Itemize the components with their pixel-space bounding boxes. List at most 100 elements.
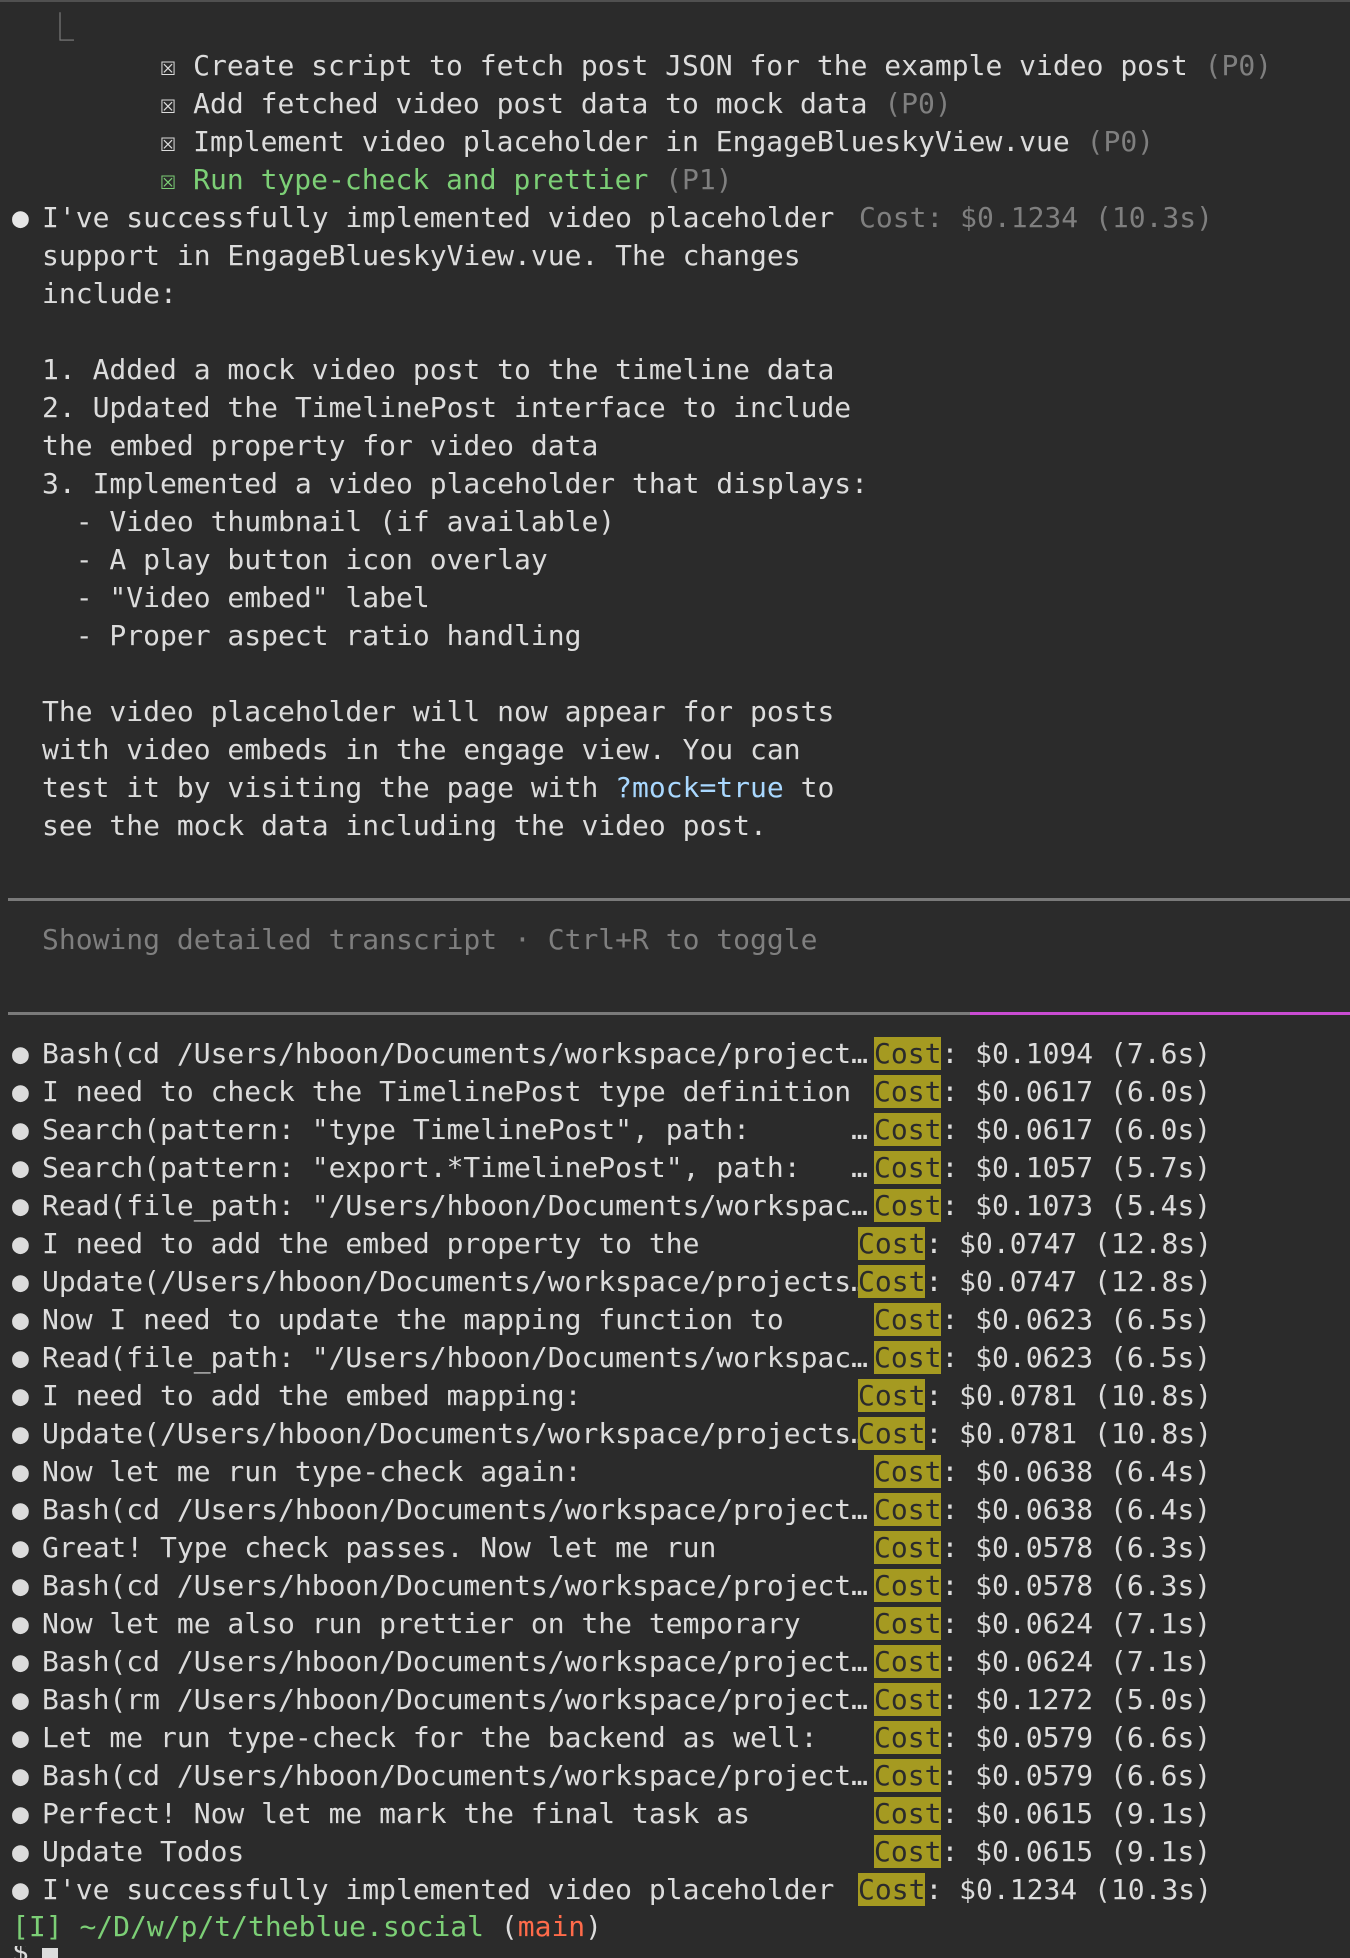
paren-close: ) — [585, 1910, 603, 1943]
transcript-cost: Cost: $0.0578 (6.3s) — [874, 1529, 1211, 1567]
transcript-cost: Cost: $0.0747 (12.8s) — [858, 1225, 1212, 1263]
bullet-icon: ● — [12, 1151, 29, 1184]
todo-item: ☒ Create script to fetch post JSON for t… — [92, 9, 1272, 82]
message-line: with video embeds in the engage view. Yo… — [42, 733, 801, 766]
bullet-icon: ● — [12, 1113, 29, 1146]
transcript-cost: Cost: $0.1272 (5.0s) — [874, 1681, 1211, 1719]
shell-prompt[interactable]: [I] ~/D/w/p/t/theblue.social (main) — [12, 1908, 602, 1946]
todo-text: Run type-check and prettier — [193, 163, 649, 196]
transcript-text: I need to add the embed mapping: — [42, 1379, 582, 1412]
cost-value: : $0.0617 (6.0s) — [941, 1113, 1212, 1146]
cost-value: : $0.1073 (5.4s) — [941, 1189, 1212, 1222]
cost-highlight: Cost — [874, 1683, 942, 1716]
cost-value: : $0.0624 (7.1s) — [941, 1645, 1212, 1678]
transcript-cost: Cost: $0.0617 (6.0s) — [874, 1073, 1211, 1111]
cost-value: : $0.0747 (12.8s) — [925, 1227, 1213, 1260]
cost-highlight: Cost — [874, 1721, 942, 1754]
transcript-text: Search(pattern: "export.*TimelinePost", … — [42, 1151, 869, 1184]
todo-priority: (P0) — [1204, 49, 1273, 82]
cost-value: : $0.0638 (6.4s) — [941, 1493, 1212, 1526]
bullet-icon: ● — [12, 1607, 29, 1640]
transcript-text: Now I need to update the mapping functio… — [42, 1303, 784, 1336]
cost-highlight: Cost — [874, 1341, 942, 1374]
cost-highlight: Cost — [874, 1455, 942, 1488]
bullet-icon: ● — [12, 1455, 29, 1488]
message-text: test it by visiting the page with — [42, 771, 616, 804]
current-directory: ~/D/w/p/t/theblue.social — [79, 1910, 485, 1943]
message-line: I've successfully implemented video plac… — [42, 201, 835, 234]
transcript-cost: Cost: $0.0638 (6.4s) — [874, 1453, 1211, 1491]
transcript-text: Great! Type check passes. Now let me run — [42, 1531, 717, 1564]
cost-value: : $0.0638 (6.4s) — [941, 1455, 1212, 1488]
transcript-text: Search(pattern: "type TimelinePost", pat… — [42, 1113, 869, 1146]
bullet-icon: ● — [12, 1835, 29, 1868]
message-line: - Video thumbnail (if available) — [42, 505, 616, 538]
bullet-icon: ● — [12, 1569, 29, 1602]
cost-value: : $0.0615 (9.1s) — [941, 1835, 1212, 1868]
bullet-icon: ● — [12, 1531, 29, 1564]
message-line: 3. Implemented a video placeholder that … — [42, 467, 869, 500]
transcript-cost: Cost: $0.1094 (7.6s) — [874, 1035, 1211, 1073]
bullet-icon: ● — [12, 1075, 29, 1108]
transcript-text: Update(/Users/hboon/Documents/workspace/… — [42, 1265, 869, 1298]
cost-highlight: Cost — [874, 1075, 942, 1108]
bullet-icon: ● — [12, 1645, 29, 1678]
cost-highlight: Cost — [874, 1835, 942, 1868]
transcript-cost: Cost: $0.0624 (7.1s) — [874, 1605, 1211, 1643]
terminal-window[interactable]: ⎿ ☒ Create script to fetch post JSON for… — [0, 0, 1350, 1958]
transcript-cost: Cost: $0.1073 (5.4s) — [874, 1187, 1211, 1225]
message-line: support in EngageBlueskyView.vue. The ch… — [42, 239, 801, 272]
divider-accent — [970, 1012, 1350, 1015]
cost-highlight: Cost — [874, 1759, 942, 1792]
cost-highlight: Cost — [874, 1531, 942, 1564]
transcript-text: Now let me also run prettier on the temp… — [42, 1607, 801, 1640]
bullet-icon: ● — [12, 1303, 29, 1336]
todo-item: ☒ Add fetched video post data to mock da… — [92, 47, 951, 120]
cost-value: : $0.0623 (6.5s) — [941, 1303, 1212, 1336]
bullet-icon: ● — [12, 1379, 29, 1412]
cost-value: : $0.0617 (6.0s) — [941, 1075, 1212, 1108]
paren-open: ( — [484, 1910, 518, 1943]
todo-priority: (P0) — [1086, 125, 1155, 158]
cost-highlight: Cost — [874, 1113, 942, 1146]
cost-highlight: Cost — [874, 1797, 942, 1830]
cost-value: : $0.0615 (9.1s) — [941, 1797, 1212, 1830]
cost-value: : $0.1094 (7.6s) — [941, 1037, 1212, 1070]
cost-highlight: Cost — [874, 1151, 942, 1184]
transcript-cost: Cost: $0.1057 (5.7s) — [874, 1149, 1211, 1187]
cost-value: : $0.0624 (7.1s) — [941, 1607, 1212, 1640]
message-line: - "Video embed" label — [42, 581, 430, 614]
bullet-icon: ● — [12, 1265, 29, 1298]
bullet-icon: ● — [12, 1227, 29, 1260]
message-line: - Proper aspect ratio handling — [42, 619, 582, 652]
cost-value: : $0.0623 (6.5s) — [941, 1341, 1212, 1374]
cost-value: : $0.0781 (10.8s) — [925, 1379, 1213, 1412]
vi-mode-indicator: [I] — [12, 1910, 63, 1943]
transcript-text: Let me run type-check for the backend as… — [42, 1721, 818, 1754]
cost-highlight: Cost — [858, 1873, 926, 1906]
transcript-cost: Cost: $0.0781 (10.8s) — [858, 1377, 1212, 1415]
transcript-text: Update(/Users/hboon/Documents/workspace/… — [42, 1417, 869, 1450]
transcript-toggle-hint: Showing detailed transcript · Ctrl+R to … — [42, 923, 818, 956]
bullet-icon: ● — [12, 201, 29, 234]
bullet-icon: ● — [12, 1493, 29, 1526]
divider — [8, 1012, 970, 1015]
terminal-cursor[interactable] — [42, 1948, 58, 1958]
transcript-text: Read(file_path: "/Users/hboon/Documents/… — [42, 1189, 869, 1222]
transcript-cost: Cost: $0.0747 (12.8s) — [858, 1263, 1212, 1301]
cost-highlight: Cost — [874, 1569, 942, 1602]
message-line: - A play button icon overlay — [42, 543, 548, 576]
cost-value: : $0.0747 (12.8s) — [925, 1265, 1213, 1298]
transcript-cost: Cost: $0.0615 (9.1s) — [874, 1833, 1211, 1871]
message-text: to — [783, 771, 835, 804]
cost-value: : $0.0578 (6.3s) — [941, 1569, 1212, 1602]
cost-value: : $0.1057 (5.7s) — [941, 1151, 1212, 1184]
transcript-cost: Cost: $0.0623 (6.5s) — [874, 1339, 1211, 1377]
inline-code: ?mock=true — [615, 771, 784, 804]
todo-branch-glyph: ⎿ — [46, 11, 75, 44]
checked-box-icon: ☒ — [159, 163, 177, 196]
bullet-icon: ● — [12, 1759, 29, 1792]
cost-highlight: Cost — [874, 1303, 942, 1336]
transcript-text: I need to check the TimelinePost type de… — [42, 1075, 852, 1108]
cost-value: : $0.0781 (10.8s) — [925, 1417, 1213, 1450]
